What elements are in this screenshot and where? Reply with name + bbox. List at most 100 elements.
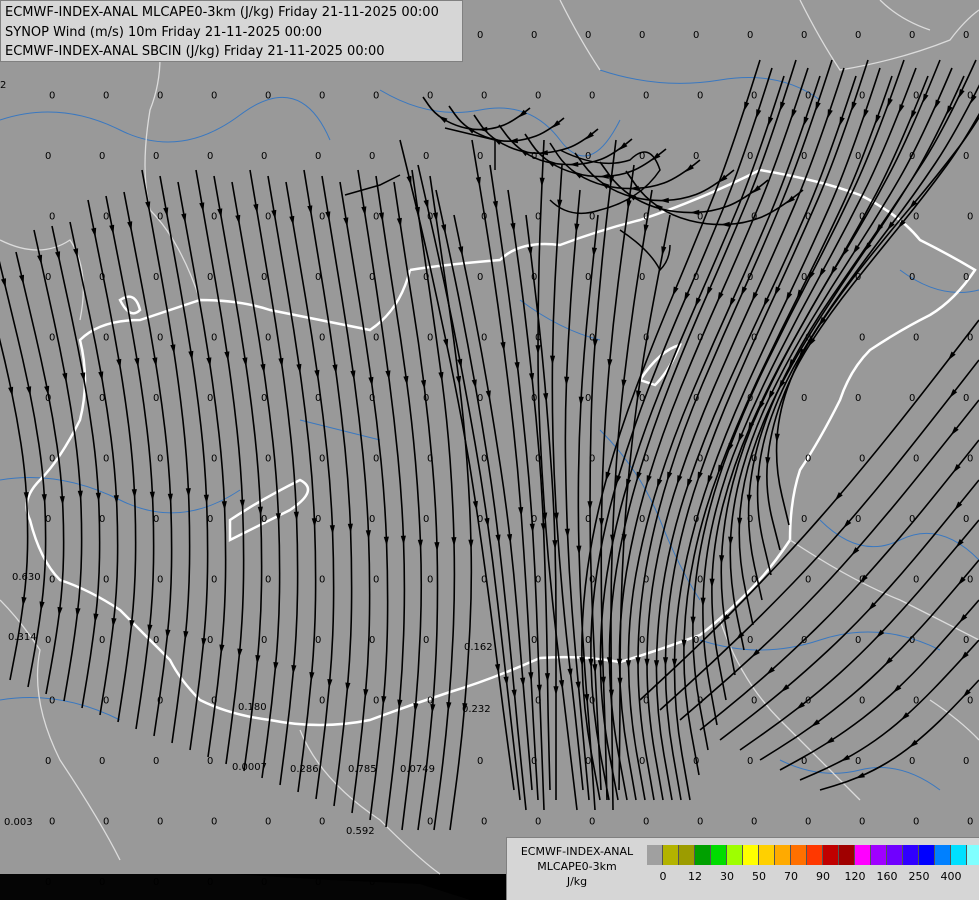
cin-value-label: 0 [859, 333, 865, 344]
cin-value-label: 0 [45, 635, 51, 646]
cin-value-label: 0 [747, 30, 753, 41]
cin-value-label: 0 [693, 393, 699, 404]
cin-value-label: 0 [207, 393, 213, 404]
cin-value-label: 0 [427, 212, 433, 223]
cin-value-label: 0 [535, 91, 541, 102]
cin-value-label: 0 [697, 454, 703, 465]
cin-value-label: 0 [589, 817, 595, 828]
cin-value-label: 0 [805, 696, 811, 707]
cin-value-label: 0 [909, 756, 915, 767]
cin-value-label: 0 [585, 514, 591, 525]
cin-value-label: 0 [801, 272, 807, 283]
cin-value-label: 0 [49, 333, 55, 344]
cin-value-label: 0 [913, 454, 919, 465]
legend-swatch [791, 845, 807, 865]
map-title-box: ECMWF-INDEX-ANAL MLCAPE0-3km (J/kg) Frid… [0, 0, 463, 62]
cin-value-label: 0 [855, 151, 861, 162]
legend-color-bar [647, 845, 979, 865]
cin-value-label: 0.314 [8, 632, 37, 643]
cin-value-label: 0 [751, 696, 757, 707]
cin-value-label: 0 [207, 877, 213, 888]
cin-value-label: 0.785 [348, 764, 377, 775]
cin-value-label: 0 [859, 575, 865, 586]
cin-value-label: 0 [315, 151, 321, 162]
legend-swatch [711, 845, 727, 865]
cin-value-label: 0 [855, 756, 861, 767]
cin-value-label: 0 [319, 575, 325, 586]
cin-value-label: 0 [639, 756, 645, 767]
cin-value-label: 0 [211, 817, 217, 828]
cin-value-label: 0 [373, 696, 379, 707]
cin-value-label: 0 [751, 91, 757, 102]
mlcape-color-legend: ECMWF-INDEX-ANAL MLCAPE0-3km J/kg 0 12 30 5… [506, 837, 979, 900]
cin-value-label: 0 [531, 756, 537, 767]
cin-value-label: 0 [49, 696, 55, 707]
cin-value-label: 0 [477, 514, 483, 525]
cin-value-label: 0 [207, 514, 213, 525]
cin-value-label: 0 [639, 514, 645, 525]
cin-value-label: 0 [967, 575, 973, 586]
cin-value-label: 0 [153, 756, 159, 767]
cin-value-label: 0 [643, 91, 649, 102]
cin-value-label: 0 [369, 635, 375, 646]
cin-value-label: 0 [157, 696, 163, 707]
cin-value-label: 0 [639, 393, 645, 404]
cin-value-label: 0 [693, 151, 699, 162]
cin-value-label: 0 [531, 393, 537, 404]
cin-value-label: 0 [697, 696, 703, 707]
cin-value-label: 0 [751, 454, 757, 465]
cin-value-label: 0 [913, 696, 919, 707]
cin-value-label: 0 [639, 635, 645, 646]
cin-value-label: 0 [693, 756, 699, 767]
legend-swatch [871, 845, 887, 865]
cin-value-label: 0 [967, 454, 973, 465]
title-line-sbcin: ECMWF-INDEX-ANAL SBCIN (J/kg) Friday 21-… [5, 44, 385, 59]
cin-value-label: 0 [693, 30, 699, 41]
cin-value-label: 0 [157, 212, 163, 223]
cin-value-label: 0 [99, 877, 105, 888]
cin-value-label: 0 [585, 635, 591, 646]
cin-value-label: 0 [855, 635, 861, 646]
cin-value-label: 0 [481, 333, 487, 344]
cin-value-label: 0 [909, 151, 915, 162]
cin-value-label: 0 [859, 454, 865, 465]
cin-value-label: 0 [45, 756, 51, 767]
legend-swatch [967, 845, 979, 865]
cin-value-label: 0 [373, 333, 379, 344]
cin-value-label: 0 [535, 454, 541, 465]
cin-value-label: 0 [49, 91, 55, 102]
cin-value-label: 0 [643, 817, 649, 828]
cin-value-label: 0 [153, 272, 159, 283]
cin-value-label: 0 [319, 212, 325, 223]
cin-value-label: 0 [99, 756, 105, 767]
legend-title-line-2: MLCAPE0-3km [537, 860, 617, 873]
cin-value-label: 0 [639, 151, 645, 162]
cin-value-label: 0 [265, 212, 271, 223]
cin-value-label: 0 [481, 91, 487, 102]
cin-value-label: 0 [103, 91, 109, 102]
cin-value-label: 0 [697, 817, 703, 828]
cin-value-label: 0 [855, 514, 861, 525]
cin-value-label: 0 [45, 151, 51, 162]
cin-value-label: 0 [45, 877, 51, 888]
cin-value-label: 0 [319, 696, 325, 707]
cin-value-label: 0 [751, 817, 757, 828]
cin-value-label: 0 [801, 756, 807, 767]
cin-value-label: 0 [45, 272, 51, 283]
cin-value-label: 0 [639, 30, 645, 41]
cin-value-label: 0 [801, 635, 807, 646]
cin-value-label: 0.003 [4, 817, 33, 828]
cin-value-label: 0 [909, 635, 915, 646]
cin-value-label: 0 [643, 696, 649, 707]
cin-value-label: 0 [153, 514, 159, 525]
cin-value-label: 0 [265, 91, 271, 102]
cin-value-label: 0 [909, 393, 915, 404]
cin-value-label: 0 [535, 696, 541, 707]
legend-swatch [855, 845, 871, 865]
cin-value-label: 2 [0, 80, 6, 91]
cin-value-label: 0 [261, 151, 267, 162]
cin-value-label: 0 [265, 817, 271, 828]
cin-value-label: 0 [801, 30, 807, 41]
cin-value-label: 0 [369, 514, 375, 525]
cin-value-label: 0 [427, 333, 433, 344]
